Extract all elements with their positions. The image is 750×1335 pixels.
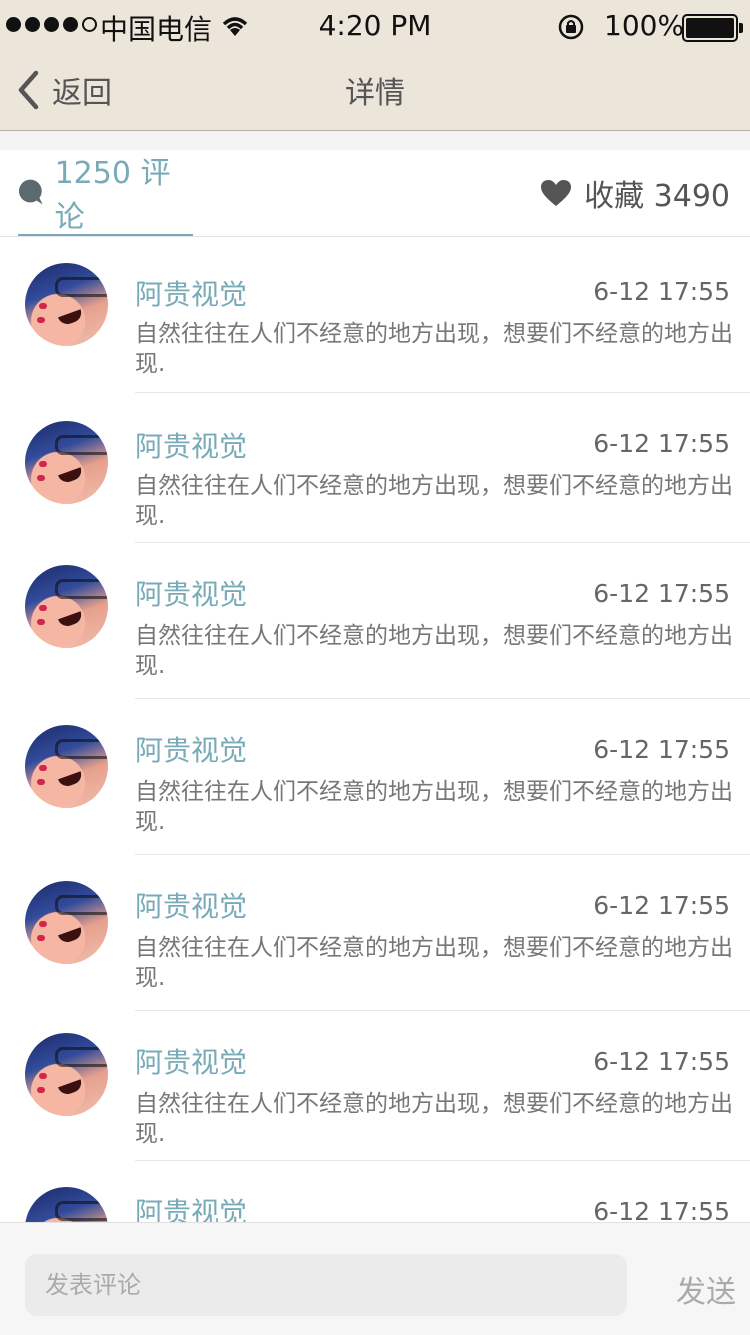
comment-input[interactable] — [25, 1254, 627, 1316]
avatar[interactable] — [25, 881, 108, 964]
heart-icon — [541, 180, 572, 206]
navigation-bar: 返回 详情 — [0, 54, 750, 130]
tabs-bar: 1250 评论 收藏 3490 — [0, 150, 750, 237]
comment-text: 自然往往在人们不经意的地方出现，想要们不经意的地方出现. — [135, 623, 733, 679]
battery-percent: 100% — [604, 9, 685, 42]
comment-author[interactable]: 阿贵视觉 — [135, 885, 247, 925]
comment-author[interactable]: 阿贵视觉 — [135, 273, 247, 313]
comment-text: 自然往往在人们不经意的地方出现，想要们不经意的地方出现. — [135, 779, 733, 835]
comment-time: 6-12 17:55 — [593, 579, 730, 608]
comment-text: 自然往往在人们不经意的地方出现，想要们不经意的地方出现. — [135, 935, 733, 991]
avatar[interactable] — [25, 421, 108, 504]
top-bar: 中国电信 4:20 PM 100% 返回 详情 — [0, 0, 750, 131]
rotation-lock-icon — [558, 14, 584, 40]
comment-text: 自然往往在人们不经意的地方出现，想要们不经意的地方出现. — [135, 321, 733, 377]
comment-composer: 发送 — [0, 1222, 750, 1335]
battery-icon — [682, 14, 743, 42]
list-item[interactable]: 阿贵视觉 6-12 17:55 自然往往在人们不经意的地方出现，想要们不经意的地… — [0, 543, 750, 699]
comment-time: 6-12 17:55 — [593, 1197, 730, 1222]
list-item[interactable]: 阿贵视觉 6-12 17:55 — [0, 1161, 750, 1222]
comment-author[interactable]: 阿贵视觉 — [135, 1191, 247, 1222]
comment-time: 6-12 17:55 — [593, 891, 730, 920]
comment-author[interactable]: 阿贵视觉 — [135, 425, 247, 465]
list-item[interactable]: 阿贵视觉 6-12 17:55 自然往往在人们不经意的地方出现，想要们不经意的地… — [0, 237, 750, 393]
list-item[interactable]: 阿贵视觉 6-12 17:55 自然往往在人们不经意的地方出现，想要们不经意的地… — [0, 855, 750, 1011]
page-title: 详情 — [345, 76, 405, 111]
avatar[interactable] — [25, 1187, 108, 1222]
comment-bubble-icon — [18, 179, 43, 205]
send-button[interactable]: 发送 — [676, 1267, 736, 1311]
comment-author[interactable]: 阿贵视觉 — [135, 1041, 247, 1081]
comment-author[interactable]: 阿贵视觉 — [135, 729, 247, 769]
list-item[interactable]: 阿贵视觉 6-12 17:55 自然往往在人们不经意的地方出现，想要们不经意的地… — [0, 1011, 750, 1161]
status-bar: 中国电信 4:20 PM 100% — [0, 0, 750, 54]
tab-favorites[interactable]: 收藏 3490 — [540, 150, 730, 236]
comment-text: 自然往往在人们不经意的地方出现，想要们不经意的地方出现. — [135, 1091, 733, 1147]
tab-favorites-label: 收藏 3490 — [584, 179, 730, 214]
tab-comments-label: 1250 评论 — [54, 156, 171, 235]
list-item[interactable]: 阿贵视觉 6-12 17:55 自然往往在人们不经意的地方出现，想要们不经意的地… — [0, 393, 750, 543]
list-item[interactable]: 阿贵视觉 6-12 17:55 自然往往在人们不经意的地方出现，想要们不经意的地… — [0, 699, 750, 855]
comment-time: 6-12 17:55 — [593, 1047, 730, 1076]
avatar[interactable] — [25, 565, 108, 648]
avatar[interactable] — [25, 1033, 108, 1116]
avatar[interactable] — [25, 725, 108, 808]
comment-author[interactable]: 阿贵视觉 — [135, 573, 247, 613]
tab-comments[interactable]: 1250 评论 — [18, 150, 193, 236]
comment-list[interactable]: 阿贵视觉 6-12 17:55 自然往往在人们不经意的地方出现，想要们不经意的地… — [0, 237, 750, 1222]
comment-time: 6-12 17:55 — [593, 429, 730, 458]
comment-time: 6-12 17:55 — [593, 277, 730, 306]
avatar[interactable] — [25, 263, 108, 346]
comment-time: 6-12 17:55 — [593, 735, 730, 764]
comment-text: 自然往往在人们不经意的地方出现，想要们不经意的地方出现. — [135, 473, 733, 529]
